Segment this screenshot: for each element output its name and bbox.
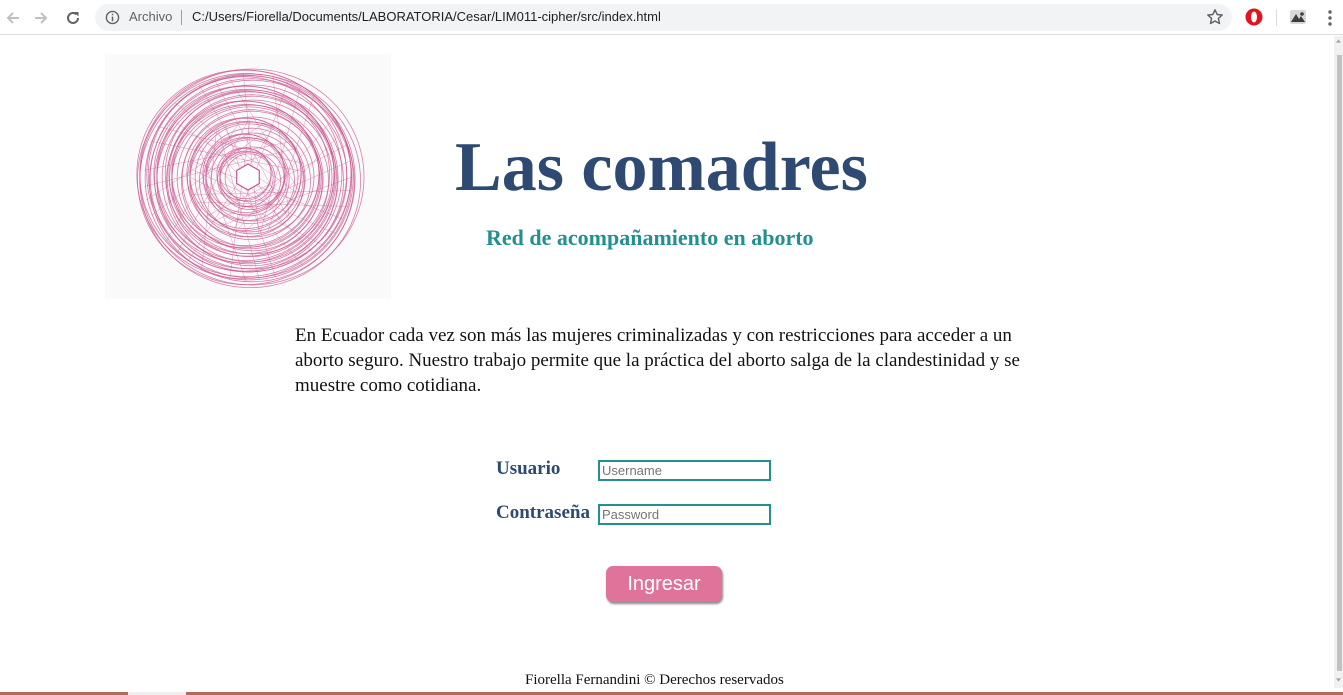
site-security-label: Archivo [129,9,173,24]
browser-toolbar: Archivo C:/Users/Fiorella/Documents/LABO… [0,0,1343,35]
intro-paragraph: En Ecuador cada vez son más las mujeres … [295,325,1020,396]
reload-button[interactable] [60,5,86,31]
back-button[interactable] [0,5,26,31]
extension-icon[interactable] [1288,7,1308,27]
scroll-up-arrow-icon[interactable] [1336,38,1341,44]
logo-image [105,54,391,299]
address-bar[interactable]: Archivo C:/Users/Fiorella/Documents/LABO… [95,4,1232,31]
address-separator [181,10,182,25]
reload-icon [67,11,79,24]
info-icon[interactable] [105,10,120,25]
forward-button[interactable] [28,5,54,31]
footer-copyright: Fiorella Fernandini © Derechos reservado… [525,672,784,688]
page-title: Las comadres [455,129,868,206]
back-arrow-icon [6,12,19,24]
username-input[interactable] [598,460,771,481]
forward-arrow-icon [35,12,48,24]
scroll-down-arrow-icon[interactable] [1336,677,1341,683]
username-label: Usuario [496,458,561,479]
toolbar-divider [1276,9,1277,26]
browser-menu-icon[interactable] [1322,8,1338,28]
scrollbar-thumb[interactable] [1337,55,1342,671]
spirograph-logo-icon [136,68,365,289]
password-label: Contraseña [496,502,590,523]
url-text[interactable]: C:/Users/Fiorella/Documents/LABORATORIA/… [192,9,661,24]
login-submit-button[interactable]: Ingresar [606,566,722,602]
page-subtitle: Red de acompañamiento en aborto [486,225,814,250]
opera-extension-icon[interactable] [1244,7,1264,27]
bookmark-star-icon[interactable] [1206,8,1224,26]
password-input[interactable] [598,504,771,525]
